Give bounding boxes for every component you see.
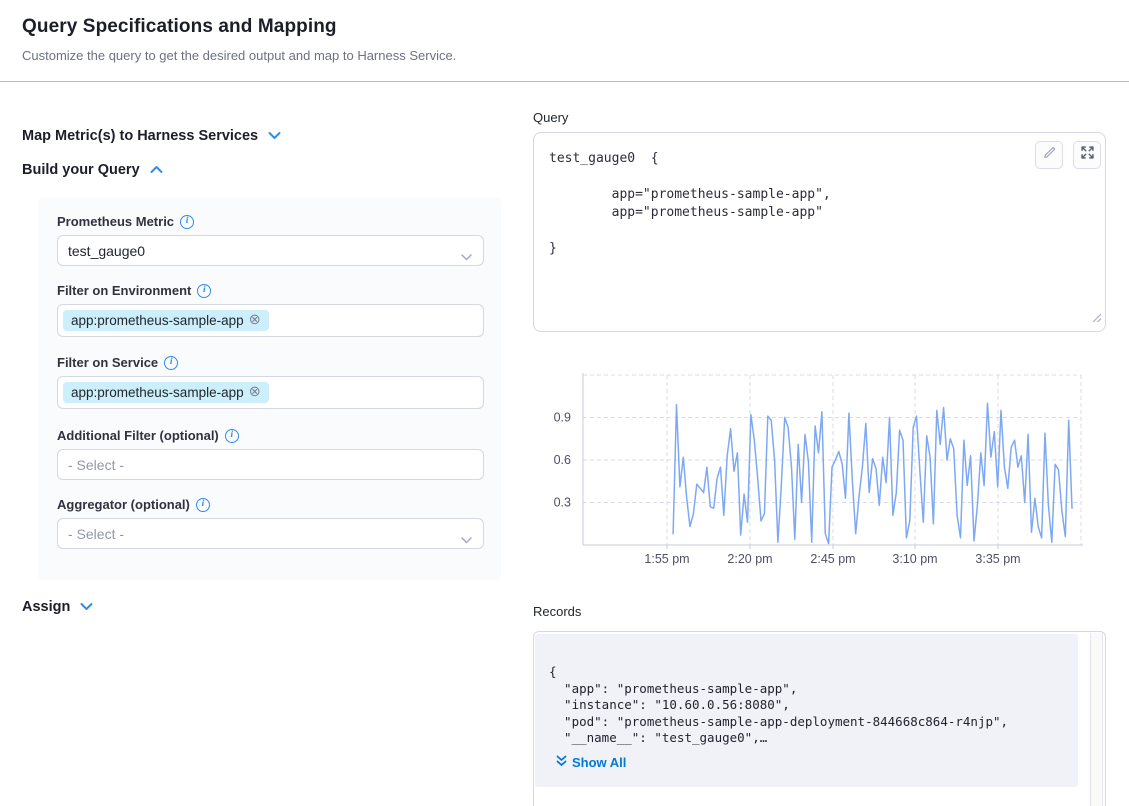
filter-environment-label: Filter on Environment xyxy=(57,283,191,298)
info-icon[interactable] xyxy=(180,215,194,229)
header-divider xyxy=(0,81,1129,82)
expand-icon xyxy=(1080,145,1095,165)
filter-environment-field: Filter on Environment app:prometheus-sam… xyxy=(57,283,484,337)
svg-text:1:55 pm: 1:55 pm xyxy=(644,552,689,566)
additional-filter-input[interactable] xyxy=(57,449,484,480)
pencil-icon xyxy=(1042,145,1057,165)
circle-x-icon[interactable] xyxy=(249,385,261,400)
records-scrollbar[interactable] xyxy=(1090,633,1103,806)
query-text: test_gauge0 { app="prometheus-sample-app… xyxy=(549,150,831,258)
query-panel-label: Query xyxy=(533,110,568,125)
double-chevron-down-icon xyxy=(556,755,567,770)
filter-environment-chip: app:prometheus-sample-app xyxy=(63,310,269,331)
edit-query-button[interactable] xyxy=(1035,141,1063,169)
aggregator-placeholder: - Select - xyxy=(68,526,124,542)
svg-text:0.6: 0.6 xyxy=(554,453,571,467)
svg-text:2:45 pm: 2:45 pm xyxy=(810,552,855,566)
show-all-link[interactable]: Show All xyxy=(556,755,626,770)
prometheus-metric-select[interactable]: test_gauge0 xyxy=(57,235,484,266)
section-map-metrics-label: Map Metric(s) to Harness Services xyxy=(22,128,258,144)
chevron-down-icon xyxy=(268,127,281,145)
filter-service-input[interactable]: app:prometheus-sample-app xyxy=(57,376,484,409)
resize-handle-icon[interactable] xyxy=(1091,310,1102,328)
filter-environment-input[interactable]: app:prometheus-sample-app xyxy=(57,304,484,337)
info-icon[interactable] xyxy=(164,356,178,370)
svg-text:3:10 pm: 3:10 pm xyxy=(892,552,937,566)
query-textarea[interactable]: test_gauge0 { app="prometheus-sample-app… xyxy=(533,132,1106,332)
metric-preview-chart: 0.3 0.6 0.9 1:55 pm 2:20 pm 2:45 pm 3:10 pm 3:3… xyxy=(533,366,1106,571)
filter-environment-chip-label: app:prometheus-sample-app xyxy=(71,313,244,328)
section-build-query-label: Build your Query xyxy=(22,162,140,178)
section-assign-label: Assign xyxy=(22,599,70,615)
page-subtitle: Customize the query to get the desired o… xyxy=(22,48,456,63)
filter-service-chip: app:prometheus-sample-app xyxy=(63,382,269,403)
chevron-down-icon xyxy=(461,531,472,547)
section-assign[interactable]: Assign xyxy=(22,598,93,616)
info-icon[interactable] xyxy=(197,284,211,298)
chevron-up-icon xyxy=(150,161,163,179)
show-all-label: Show All xyxy=(572,755,626,770)
records-list: { "app": "prometheus-sample-app", "insta… xyxy=(533,631,1106,806)
record-item: { "app": "prometheus-sample-app", "insta… xyxy=(535,634,1078,787)
line-chart: 0.3 0.6 0.9 1:55 pm 2:20 pm 2:45 pm 3:10 pm 3:3… xyxy=(533,366,1106,571)
query-specifications-page: Query Specifications and Mapping Customi… xyxy=(0,0,1129,806)
section-build-query[interactable]: Build your Query xyxy=(22,161,163,179)
additional-filter-field: Additional Filter (optional) xyxy=(57,428,484,480)
aggregator-label: Aggregator (optional) xyxy=(57,497,190,512)
svg-text:3:35 pm: 3:35 pm xyxy=(975,552,1020,566)
chevron-down-icon xyxy=(80,598,93,616)
filter-service-label: Filter on Service xyxy=(57,355,158,370)
svg-text:0.3: 0.3 xyxy=(554,496,571,510)
prometheus-metric-field: Prometheus Metric test_gauge0 xyxy=(57,214,484,266)
filter-service-chip-label: app:prometheus-sample-app xyxy=(71,385,244,400)
filter-service-field: Filter on Service app:prometheus-sample-… xyxy=(57,355,484,409)
additional-filter-label: Additional Filter (optional) xyxy=(57,428,219,443)
section-map-metrics[interactable]: Map Metric(s) to Harness Services xyxy=(22,127,281,145)
records-panel-label: Records xyxy=(533,604,581,619)
prometheus-metric-label: Prometheus Metric xyxy=(57,214,174,229)
info-icon[interactable] xyxy=(196,498,210,512)
chevron-down-icon xyxy=(461,248,472,264)
prometheus-metric-value: test_gauge0 xyxy=(68,243,145,259)
aggregator-select[interactable]: - Select - xyxy=(57,518,484,549)
record-json-text: { "app": "prometheus-sample-app", "insta… xyxy=(549,664,1008,747)
info-icon[interactable] xyxy=(225,429,239,443)
aggregator-field: Aggregator (optional) - Select - xyxy=(57,497,484,549)
svg-text:2:20 pm: 2:20 pm xyxy=(727,552,772,566)
expand-query-button[interactable] xyxy=(1073,141,1101,169)
circle-x-icon[interactable] xyxy=(249,313,261,328)
page-title: Query Specifications and Mapping xyxy=(22,16,337,38)
svg-text:0.9: 0.9 xyxy=(554,411,571,425)
query-builder-card: Prometheus Metric test_gauge0 Filter on … xyxy=(38,198,501,580)
